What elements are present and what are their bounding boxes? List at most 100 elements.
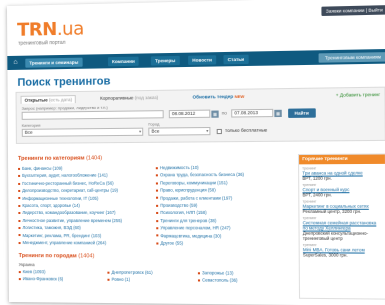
city-link[interactable]: Ивано-Франковск (6) bbox=[19, 275, 108, 283]
category-select[interactable]: Все ▾ bbox=[22, 128, 143, 137]
list-item-label: Маркетинг, реклама, PR, брендинг (103) bbox=[22, 233, 101, 238]
date-from-field[interactable]: 08.08.2012 bbox=[169, 110, 211, 119]
hot-training-item: тренинг Три аванса на одной сделке ВРТ, 12… bbox=[299, 164, 385, 181]
bullet-icon bbox=[156, 190, 158, 192]
tab-tender[interactable]: Обновить тендер NEW bbox=[189, 93, 247, 102]
plus-icon: + bbox=[336, 92, 339, 97]
city-link[interactable]: Севастополь (36) bbox=[198, 277, 290, 285]
list-item-label: Делопроизводство, секретариат, call-цент… bbox=[22, 188, 118, 193]
bullet-icon bbox=[156, 175, 158, 177]
category-label: Категория bbox=[22, 123, 41, 128]
bullet-icon bbox=[156, 197, 158, 199]
nav-tab-companies[interactable]: Компании bbox=[108, 57, 139, 67]
date-to-field[interactable]: 07.08.2013 bbox=[231, 109, 273, 118]
hot-training-desc: Днепровский консультационно-тренинговый … bbox=[303, 231, 383, 242]
list-item-label: Киев (1093) bbox=[23, 269, 46, 274]
chevron-down-icon: ▾ bbox=[206, 128, 208, 134]
tab-label: Открытые bbox=[25, 97, 48, 102]
bullet-icon bbox=[156, 235, 158, 237]
hot-trainings-header: Горячие тренинги bbox=[299, 154, 385, 164]
list-item-label: Психология, НЛП (158) bbox=[160, 210, 206, 215]
bullet-icon bbox=[19, 234, 21, 236]
nav-tab-articles[interactable]: Статьи bbox=[223, 55, 248, 65]
site-logo[interactable]: TRN.ua bbox=[17, 18, 84, 41]
hot-training-item: тренинг Маркетинг в социальных сетях Рекла… bbox=[299, 197, 385, 214]
free-only-label: только бесплатные bbox=[225, 127, 267, 133]
category-link[interactable]: Управление персоналом, HR (247) bbox=[156, 224, 294, 232]
category-list-middle: Недвижимость (10) Охрана труда, безопасно… bbox=[156, 163, 295, 247]
cities-title: Тренинги по городам (1404) bbox=[19, 253, 95, 259]
hot-trainings-list: тренинг Три аванса на одной сделке ВРТ, 12… bbox=[299, 164, 385, 258]
find-button[interactable]: Найти bbox=[288, 108, 315, 118]
list-item-label: Красота, спорт, здоровье (14) bbox=[22, 203, 80, 208]
nav-companies-button[interactable]: Тренинговым компаниям bbox=[318, 52, 385, 63]
bullet-icon bbox=[156, 182, 158, 184]
category-link[interactable]: Производство (59) bbox=[156, 202, 294, 210]
bullet-icon bbox=[19, 278, 21, 280]
calendar-icon[interactable]: ▦ bbox=[211, 110, 218, 117]
nav-tab-trainings[interactable]: Тренинги и семинары bbox=[25, 58, 82, 68]
city-select-value: Все bbox=[151, 129, 159, 134]
list-item-label: Логистика, таможня, ВЭД (60) bbox=[22, 225, 80, 230]
free-only-checkbox[interactable] bbox=[217, 128, 222, 133]
bullet-icon bbox=[19, 271, 21, 273]
cities-count: (1404) bbox=[78, 253, 94, 259]
hot-training-item: тренинг Спорт и военный курс ВРТ, 2400 грн… bbox=[299, 181, 385, 198]
bullet-icon bbox=[156, 227, 158, 229]
list-item-label: Тренинги для тренеров (38) bbox=[160, 218, 216, 223]
hot-training-item: тренинг Системная семейная расстановка по… bbox=[299, 214, 385, 241]
list-item-label: Другое (55) bbox=[160, 240, 183, 245]
list-item-label: Ровно (1) bbox=[112, 277, 131, 282]
bullet-icon bbox=[18, 227, 20, 229]
categories-title-text: Тренинги по категориям bbox=[18, 155, 85, 161]
category-link[interactable]: Другое (55) bbox=[156, 239, 294, 247]
category-link[interactable]: Менеджмент, управление компанией (264) bbox=[19, 239, 151, 247]
account-link[interactable]: Заявки компании | Выйти bbox=[322, 5, 385, 16]
bullet-icon bbox=[18, 220, 20, 222]
nav-tab-news[interactable]: Новости bbox=[188, 55, 216, 65]
chevron-down-icon: ▾ bbox=[139, 129, 141, 135]
bullet-icon bbox=[18, 183, 20, 185]
category-link[interactable]: Продажи, работа с клиентами (197) bbox=[156, 194, 294, 202]
calendar-icon[interactable]: ▦ bbox=[274, 109, 281, 116]
new-badge: NEW bbox=[235, 94, 245, 99]
hot-trainings-box: Горячие тренинги тренинг Три аванса на од… bbox=[298, 153, 385, 299]
tab-open-trainings[interactable]: Открытые (есть дата) bbox=[21, 95, 77, 104]
search-input[interactable] bbox=[22, 110, 164, 120]
city-link[interactable]: Ровно (1) bbox=[107, 276, 198, 284]
logo-suffix: .ua bbox=[57, 18, 84, 40]
category-list-left: Банк, финансы (109) Бухгалтерия, аудит, н… bbox=[18, 164, 150, 247]
bullet-icon bbox=[156, 220, 158, 222]
list-item-label: Запорожье (13) bbox=[202, 270, 233, 275]
category-link[interactable]: Логистика, таможня, ВЭД (60) bbox=[18, 224, 150, 232]
nav-tab-trainers[interactable]: Тренеры bbox=[151, 56, 180, 66]
category-link[interactable]: Красота, спорт, здоровье (14) bbox=[18, 202, 150, 210]
list-item-label: Лидерство, командообразование, коучинг (… bbox=[22, 210, 115, 215]
bullet-icon bbox=[18, 190, 20, 192]
list-item-label: Севастополь (36) bbox=[202, 278, 237, 283]
home-icon[interactable]: ⌂ bbox=[13, 59, 21, 67]
category-link[interactable]: Лидерство, командообразование, коучинг (… bbox=[18, 209, 150, 217]
list-item-label: Управление персоналом, HR (247) bbox=[160, 225, 230, 230]
category-link[interactable]: Личностное развитие, управление временем… bbox=[18, 217, 150, 225]
date-to-label: по bbox=[222, 110, 227, 115]
list-item-label: Производство (59) bbox=[160, 203, 197, 208]
list-item-label: Право, юриспруденция (58) bbox=[160, 188, 216, 193]
bullet-icon bbox=[156, 167, 158, 169]
hot-training-desc: SuperSales, 3000 грн. bbox=[303, 252, 382, 258]
tab-corporate-trainings[interactable]: Корпоративные (под заказ) bbox=[97, 94, 161, 103]
site-tagline: тренинговый портал bbox=[18, 40, 65, 47]
bullet-icon bbox=[18, 168, 20, 170]
add-training-link[interactable]: + Добавить тренинг bbox=[336, 91, 381, 100]
list-item-label: Банк, финансы (109) bbox=[22, 166, 62, 171]
bullet-icon bbox=[156, 212, 158, 214]
list-item-label: Менеджмент, управление компанией (264) bbox=[23, 240, 107, 245]
list-item-label: Бухгалтерия, аудит, налогообложение (141… bbox=[22, 173, 108, 178]
hot-training-link[interactable]: Системная семейная расстановка по методу… bbox=[303, 220, 383, 230]
list-item-label: Переговоры, коммуникации (151) bbox=[160, 180, 227, 185]
list-item-label: Фармацевтика, медицина (30) bbox=[160, 233, 221, 238]
page-title: Поиск тренингов bbox=[17, 75, 110, 89]
city-select[interactable]: Все ▾ bbox=[148, 127, 210, 136]
category-link[interactable]: Психология, НЛП (158) bbox=[156, 209, 294, 217]
category-link[interactable]: Тренинги для тренеров (38) bbox=[156, 217, 294, 225]
